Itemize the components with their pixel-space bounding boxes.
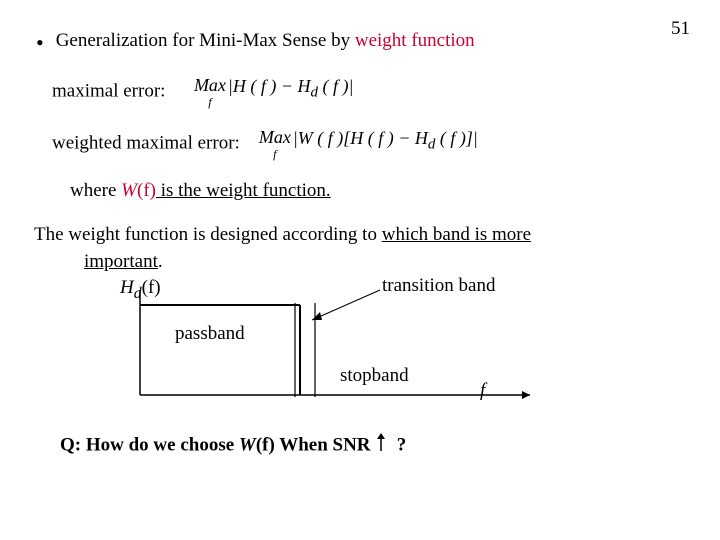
formula-1: Max f |H ( f ) − Hd ( f )| xyxy=(194,76,354,108)
axis-label: f xyxy=(480,380,485,402)
title-highlight: weight function xyxy=(355,30,475,51)
passband-label: passband xyxy=(175,323,245,345)
filter-diagram: Hd(f) transition band passband stopband … xyxy=(130,285,560,415)
where-prefix: where xyxy=(70,180,121,201)
hd-f: (f) xyxy=(142,277,161,298)
f1-d: d xyxy=(311,85,319,101)
q-mark: ? xyxy=(397,435,407,456)
diagram-svg xyxy=(130,285,560,415)
f2-a: |W ( f )[H ( f ) − H xyxy=(293,128,428,148)
max-text: Max xyxy=(194,76,226,94)
title-prefix: Generalization for Mini-Max Sense by xyxy=(56,30,355,51)
design-line: The weight function is designed accordin… xyxy=(34,222,690,275)
weighted-error-row: weighted maximal error: Max f |W ( f )[H… xyxy=(52,128,690,160)
where-f: (f) xyxy=(137,180,156,201)
title-line: • Generalization for Mini-Max Sense by w… xyxy=(30,30,690,54)
hd-d: d xyxy=(134,285,142,302)
design-dot: . xyxy=(158,251,163,272)
where-suffix: is the weight function. xyxy=(156,180,331,201)
weighted-error-label: weighted maximal error: xyxy=(52,132,240,153)
maximal-error-label: maximal error: xyxy=(52,80,165,101)
max-text-2: Max xyxy=(259,128,291,146)
transition-label: transition band xyxy=(382,275,495,297)
f2-b: ( f )]| xyxy=(435,128,477,148)
hd-H: H xyxy=(120,277,134,298)
where-line: where W(f) is the weight function. xyxy=(70,180,690,202)
maximal-error-row: maximal error: Max f |H ( f ) − Hd ( f )… xyxy=(52,76,690,108)
hd-label: Hd(f) xyxy=(120,277,161,303)
design-prefix: The weight function is designed accordin… xyxy=(34,224,382,245)
q-mid: When SNR xyxy=(275,435,375,456)
design-under2: important xyxy=(84,251,158,272)
formula-2: Max f |W ( f )[H ( f ) − Hd ( f )]| xyxy=(259,128,478,160)
up-arrow-icon xyxy=(375,433,387,459)
design-under1: which band is more xyxy=(382,224,531,245)
stopband-label: stopband xyxy=(340,365,409,387)
f1-a: |H ( f ) − H xyxy=(228,76,311,96)
max-stack-2: Max f xyxy=(259,128,291,160)
max-stack: Max f xyxy=(194,76,226,108)
q-wf: W xyxy=(239,435,256,456)
where-wf: W xyxy=(121,180,137,201)
formula-body-2: |W ( f )[H ( f ) − Hd ( f )]| xyxy=(293,128,478,154)
question-line: Q: How do we choose W(f) When SNR ? xyxy=(60,433,690,459)
max-sub-2: f xyxy=(273,148,276,160)
bullet-icon: • xyxy=(36,32,44,54)
f1-b: ( f )| xyxy=(318,76,353,96)
slide-content: • Generalization for Mini-Max Sense by w… xyxy=(30,30,690,459)
formula-body: |H ( f ) − Hd ( f )| xyxy=(228,76,354,102)
max-sub: f xyxy=(208,96,211,108)
title-text: Generalization for Mini-Max Sense by wei… xyxy=(56,30,475,52)
q-prefix: Q: How do we choose xyxy=(60,435,239,456)
q-f: (f) xyxy=(256,435,275,456)
